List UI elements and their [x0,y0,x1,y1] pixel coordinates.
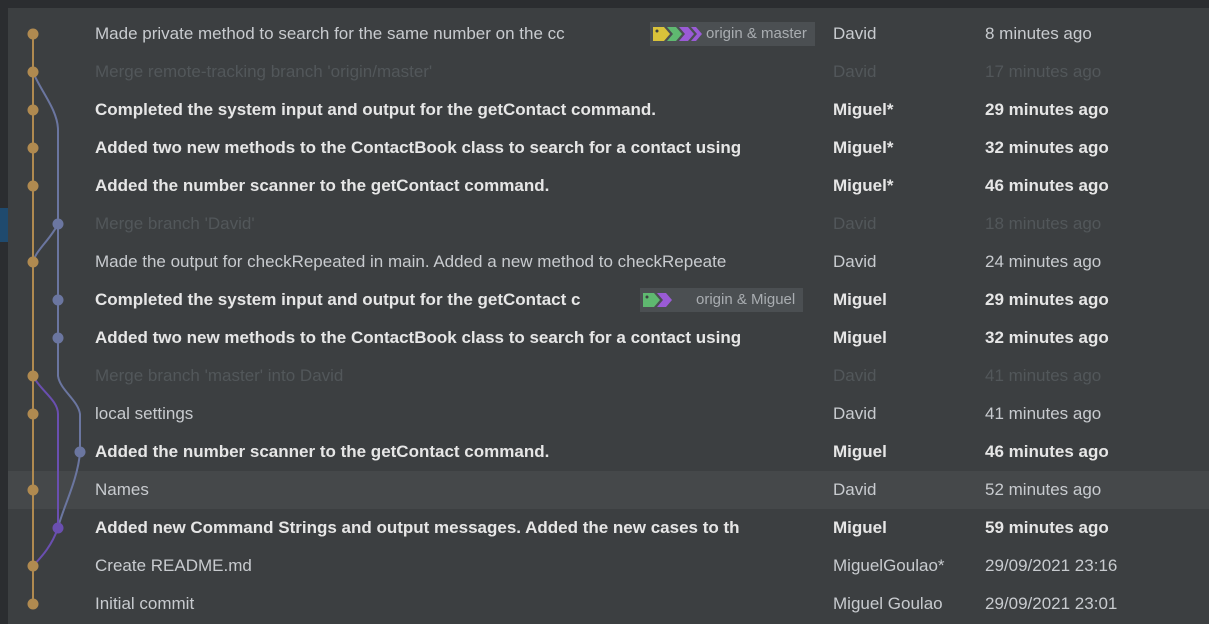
commit-message: Added new Command Strings and output mes… [95,518,740,537]
commit-node[interactable] [27,104,39,116]
commit-date: 29/09/2021 23:16 [985,556,1118,575]
commit-message: Added the number scanner to the getConta… [95,176,550,195]
commit-date: 32 minutes ago [985,328,1109,347]
tag-icon [653,27,702,41]
commit-row[interactable]: local settings David 41 minutes ago [8,395,1209,433]
commit-node[interactable] [27,370,39,382]
commit-row[interactable]: Added the number scanner to the getConta… [8,167,1209,205]
commit-author: MiguelGoulao* [833,556,945,575]
commit-message: Merge remote-tracking branch 'origin/mas… [95,62,433,81]
commit-message: Merge branch 'master' into David [95,366,344,385]
commit-author: David [833,404,877,423]
commit-author: David [833,62,877,81]
commit-message: Made the output for checkRepeated in mai… [95,252,727,271]
commit-row[interactable]: Completed the system input and output fo… [8,281,1209,319]
commit-author: Miguel* [833,138,894,157]
branch-tag[interactable]: origin & master [650,22,815,46]
commit-date: 17 minutes ago [985,62,1102,81]
graph-branch-david [32,375,59,567]
graph-branch-miguel-upper [32,71,59,263]
commit-author: Miguel* [833,100,894,119]
commit-message: Create README.md [95,556,252,575]
commit-message: local settings [95,404,194,423]
commit-message: Added two new methods to the ContactBook… [95,138,742,157]
commit-date: 46 minutes ago [985,176,1109,195]
commit-date: 46 minutes ago [985,442,1109,461]
commit-author: Miguel [833,518,887,537]
commit-row[interactable]: Names David 52 minutes ago [8,471,1209,509]
commit-author: David [833,366,877,385]
commit-date: 52 minutes ago [985,480,1102,499]
commit-date: 29/09/2021 23:01 [985,594,1118,613]
commit-author: Miguel [833,328,887,347]
commit-node[interactable] [27,484,39,496]
commit-author: David [833,24,877,43]
commit-graph [27,28,86,610]
commit-author: Miguel* [833,176,894,195]
commit-date: 59 minutes ago [985,518,1109,537]
commit-row[interactable]: Added the number scanner to the getConta… [8,433,1209,471]
commit-author: David [833,214,877,233]
commit-node[interactable] [52,218,64,230]
commit-node[interactable] [27,180,39,192]
commit-row[interactable]: Added two new methods to the ContactBook… [8,129,1209,167]
commit-date: 8 minutes ago [985,24,1092,43]
commit-row[interactable]: Create README.md MiguelGoulao* 29/09/202… [8,547,1209,585]
commit-row[interactable]: Merge remote-tracking branch 'origin/mas… [8,53,1209,91]
tag-icon [643,293,672,307]
commit-node[interactable] [27,28,39,40]
commit-date: 32 minutes ago [985,138,1109,157]
commit-row[interactable]: Added new Command Strings and output mes… [8,509,1209,547]
commit-row[interactable]: Initial commit Miguel Goulao 29/09/2021 … [8,585,1209,623]
commit-message: Completed the system input and output fo… [95,100,657,119]
commit-node[interactable] [27,66,39,78]
commit-node[interactable] [27,256,39,268]
commit-message: Added two new methods to the ContactBook… [95,328,742,347]
commit-message: Names [95,480,149,499]
commit-message: Initial commit [95,594,195,613]
commit-node[interactable] [52,522,64,534]
commit-author: Miguel [833,290,887,309]
commit-node[interactable] [27,408,39,420]
branch-tag[interactable]: origin & Miguel [640,288,804,312]
commit-node[interactable] [52,294,64,306]
commit-author: Miguel [833,442,887,461]
commit-date: 29 minutes ago [985,100,1109,119]
commit-author: David [833,480,877,499]
commit-date: 18 minutes ago [985,214,1102,233]
commit-row[interactable]: Added two new methods to the ContactBook… [8,319,1209,357]
commit-row[interactable]: Made the output for checkRepeated in mai… [8,243,1209,281]
commit-node[interactable] [74,446,86,458]
commit-date: 41 minutes ago [985,366,1102,385]
commit-node[interactable] [27,598,39,610]
commit-author: David [833,252,877,271]
commit-node[interactable] [27,560,39,572]
commit-date: 24 minutes ago [985,252,1102,271]
commit-node[interactable] [52,332,64,344]
commit-row[interactable]: Merge branch 'master' into David David 4… [8,357,1209,395]
commit-date: 41 minutes ago [985,404,1102,423]
commit-node[interactable] [27,142,39,154]
branch-tag-label: origin & Miguel [696,291,796,308]
commit-author: Miguel Goulao [833,594,943,613]
commit-date: 29 minutes ago [985,290,1109,309]
commit-message: Merge branch 'David' [95,214,255,233]
top-bar [0,0,1209,8]
branch-tag-label: origin & master [706,25,807,42]
graph-branch-miguel-lower [57,224,81,529]
commit-row[interactable]: Merge branch 'David' David 18 minutes ag… [8,205,1209,243]
commit-message: Added the number scanner to the getConta… [95,442,550,461]
commit-row[interactable]: Completed the system input and output fo… [8,91,1209,129]
commit-row[interactable]: Made private method to search for the sa… [8,15,1209,53]
